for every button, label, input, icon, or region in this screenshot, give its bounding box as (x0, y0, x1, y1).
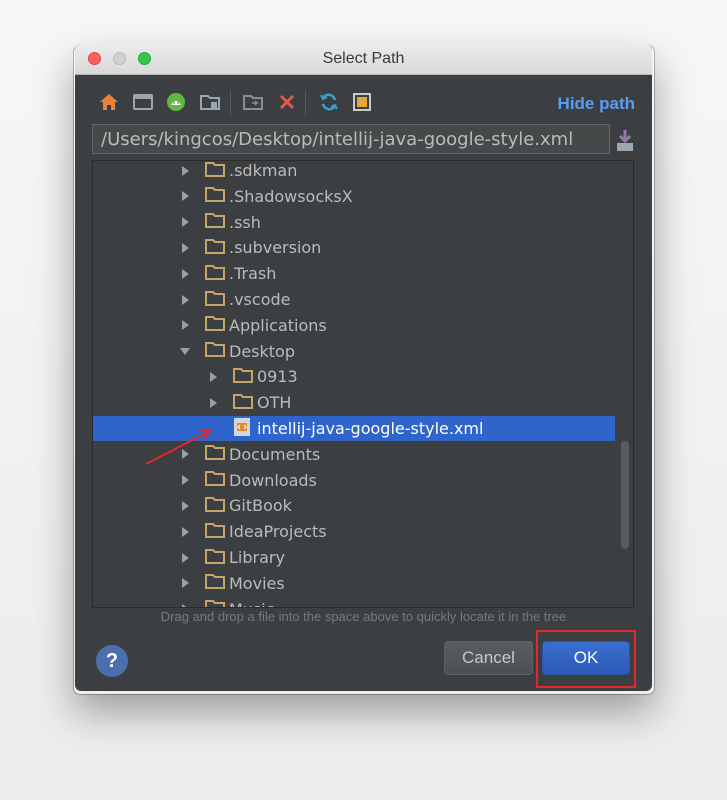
tree-folder-item[interactable]: .Trash (93, 261, 615, 286)
tree-item-label: .ssh (229, 212, 261, 232)
drag-drop-hint: Drag and drop a file into the space abov… (160, 609, 567, 624)
tree-folder-item[interactable]: Applications (93, 313, 615, 338)
tree-item-label: GitBook (229, 496, 292, 516)
chevron-right-icon[interactable] (179, 165, 191, 177)
tree-item-label: Documents (229, 444, 321, 464)
folder-icon (205, 496, 229, 516)
chevron-right-icon[interactable] (207, 397, 219, 409)
chevron-right-icon[interactable] (179, 190, 191, 202)
window-title: Select Path (322, 50, 405, 67)
android-icon[interactable] (164, 90, 188, 114)
folder-icon (205, 470, 229, 490)
chevron-right-icon[interactable] (179, 552, 191, 564)
folder-icon (205, 238, 229, 258)
folder-icon (205, 548, 229, 568)
folder-icon (233, 367, 257, 387)
chevron-down-icon[interactable] (179, 345, 191, 357)
tree-item-label: Music (229, 600, 275, 607)
show-hidden-icon[interactable] (350, 90, 374, 114)
folder-icon (205, 315, 229, 335)
tree-folder-item[interactable]: Library (93, 545, 615, 570)
file-tree[interactable]: .sdkman .ShadowsocksX .ssh .subversion .Tras… (92, 160, 634, 608)
tree-folder-item[interactable]: 0913 (93, 364, 615, 389)
tree-item-label: .ShadowsocksX (229, 186, 353, 206)
tree-folder-item[interactable]: .vscode (93, 287, 615, 312)
chevron-right-icon[interactable] (179, 294, 191, 306)
tree-item-label: OTH (257, 393, 292, 413)
tree-item-label: Movies (229, 573, 285, 593)
path-download-icon[interactable] (615, 128, 635, 152)
tree-folder-item[interactable]: Music (93, 597, 615, 608)
tree-item-label: 0913 (257, 367, 298, 387)
home-icon[interactable] (97, 90, 121, 114)
annotation-arrow (145, 429, 212, 465)
path-field[interactable]: /Users/kingcos/Desktop/intellij-java-goo… (92, 124, 610, 154)
folder-icon (205, 161, 229, 181)
tree-folder-item[interactable]: .ShadowsocksX (93, 184, 615, 209)
toolbar-separator (230, 90, 231, 116)
tree-folder-item[interactable]: IdeaProjects (93, 519, 615, 544)
desktop-icon[interactable] (131, 90, 155, 114)
tree-item-label: .subversion (229, 238, 322, 258)
refresh-icon[interactable] (317, 90, 341, 114)
delete-icon[interactable] (275, 90, 299, 114)
chevron-right-icon[interactable] (179, 216, 191, 228)
tree-item-label: .vscode (229, 290, 291, 309)
chevron-right-icon[interactable] (179, 242, 191, 254)
tree-item-label: Downloads (229, 470, 317, 490)
annotation-highlight-box (536, 630, 636, 688)
tree-folder-item[interactable]: .sdkman (93, 161, 615, 183)
tree-folder-item[interactable]: GitBook (93, 493, 615, 518)
tree-item-label: IdeaProjects (229, 522, 327, 542)
tree-folder-item[interactable]: .subversion (93, 235, 615, 260)
select-path-dialog: Select Path Hide path /Users/kingcos/Des… (75, 44, 652, 691)
tree-folder-item[interactable]: Movies (93, 571, 615, 596)
tree-folder-item[interactable]: OTH (93, 390, 615, 415)
chevron-right-icon[interactable] (179, 603, 191, 608)
folder-icon (205, 341, 229, 361)
help-button[interactable]: ? (96, 645, 128, 677)
tree-item-label: Desktop (229, 341, 295, 361)
chevron-right-icon[interactable] (179, 319, 191, 331)
chevron-right-icon[interactable] (179, 526, 191, 538)
folder-icon (205, 186, 229, 206)
path-row: /Users/kingcos/Desktop/intellij-java-goo… (92, 124, 612, 154)
hide-path-link[interactable]: Hide path (558, 94, 635, 114)
tree-folder-item[interactable]: Downloads (93, 468, 615, 493)
new-folder-icon[interactable] (198, 90, 222, 114)
folder-icon (233, 393, 257, 413)
chevron-right-icon[interactable] (179, 474, 191, 486)
tree-folder-item[interactable]: Desktop (93, 339, 615, 364)
folder-icon (205, 599, 229, 607)
move-icon[interactable] (241, 90, 265, 114)
toolbar-separator (305, 90, 306, 116)
tree-scrollbar[interactable] (621, 441, 629, 549)
chevron-right-icon[interactable] (179, 500, 191, 512)
cancel-button[interactable]: Cancel (444, 641, 533, 675)
chevron-right-icon[interactable] (179, 577, 191, 589)
folder-icon (205, 264, 229, 284)
tree-item-label: .sdkman (229, 161, 298, 180)
chevron-right-icon[interactable] (207, 371, 219, 383)
folder-icon (205, 522, 229, 542)
tree-item-label: .Trash (229, 264, 277, 284)
tree-folder-item[interactable]: .ssh (93, 210, 615, 235)
xml-file-icon (233, 417, 257, 441)
folder-icon (205, 212, 229, 232)
title-bar: Select Path (75, 44, 652, 75)
folder-icon (205, 573, 229, 593)
tree-item-label: Library (229, 548, 285, 567)
chevron-right-icon[interactable] (179, 268, 191, 280)
folder-icon (205, 290, 229, 310)
tree-item-label: intellij-java-google-style.xml (257, 419, 484, 438)
tree-item-label: Applications (229, 315, 327, 335)
